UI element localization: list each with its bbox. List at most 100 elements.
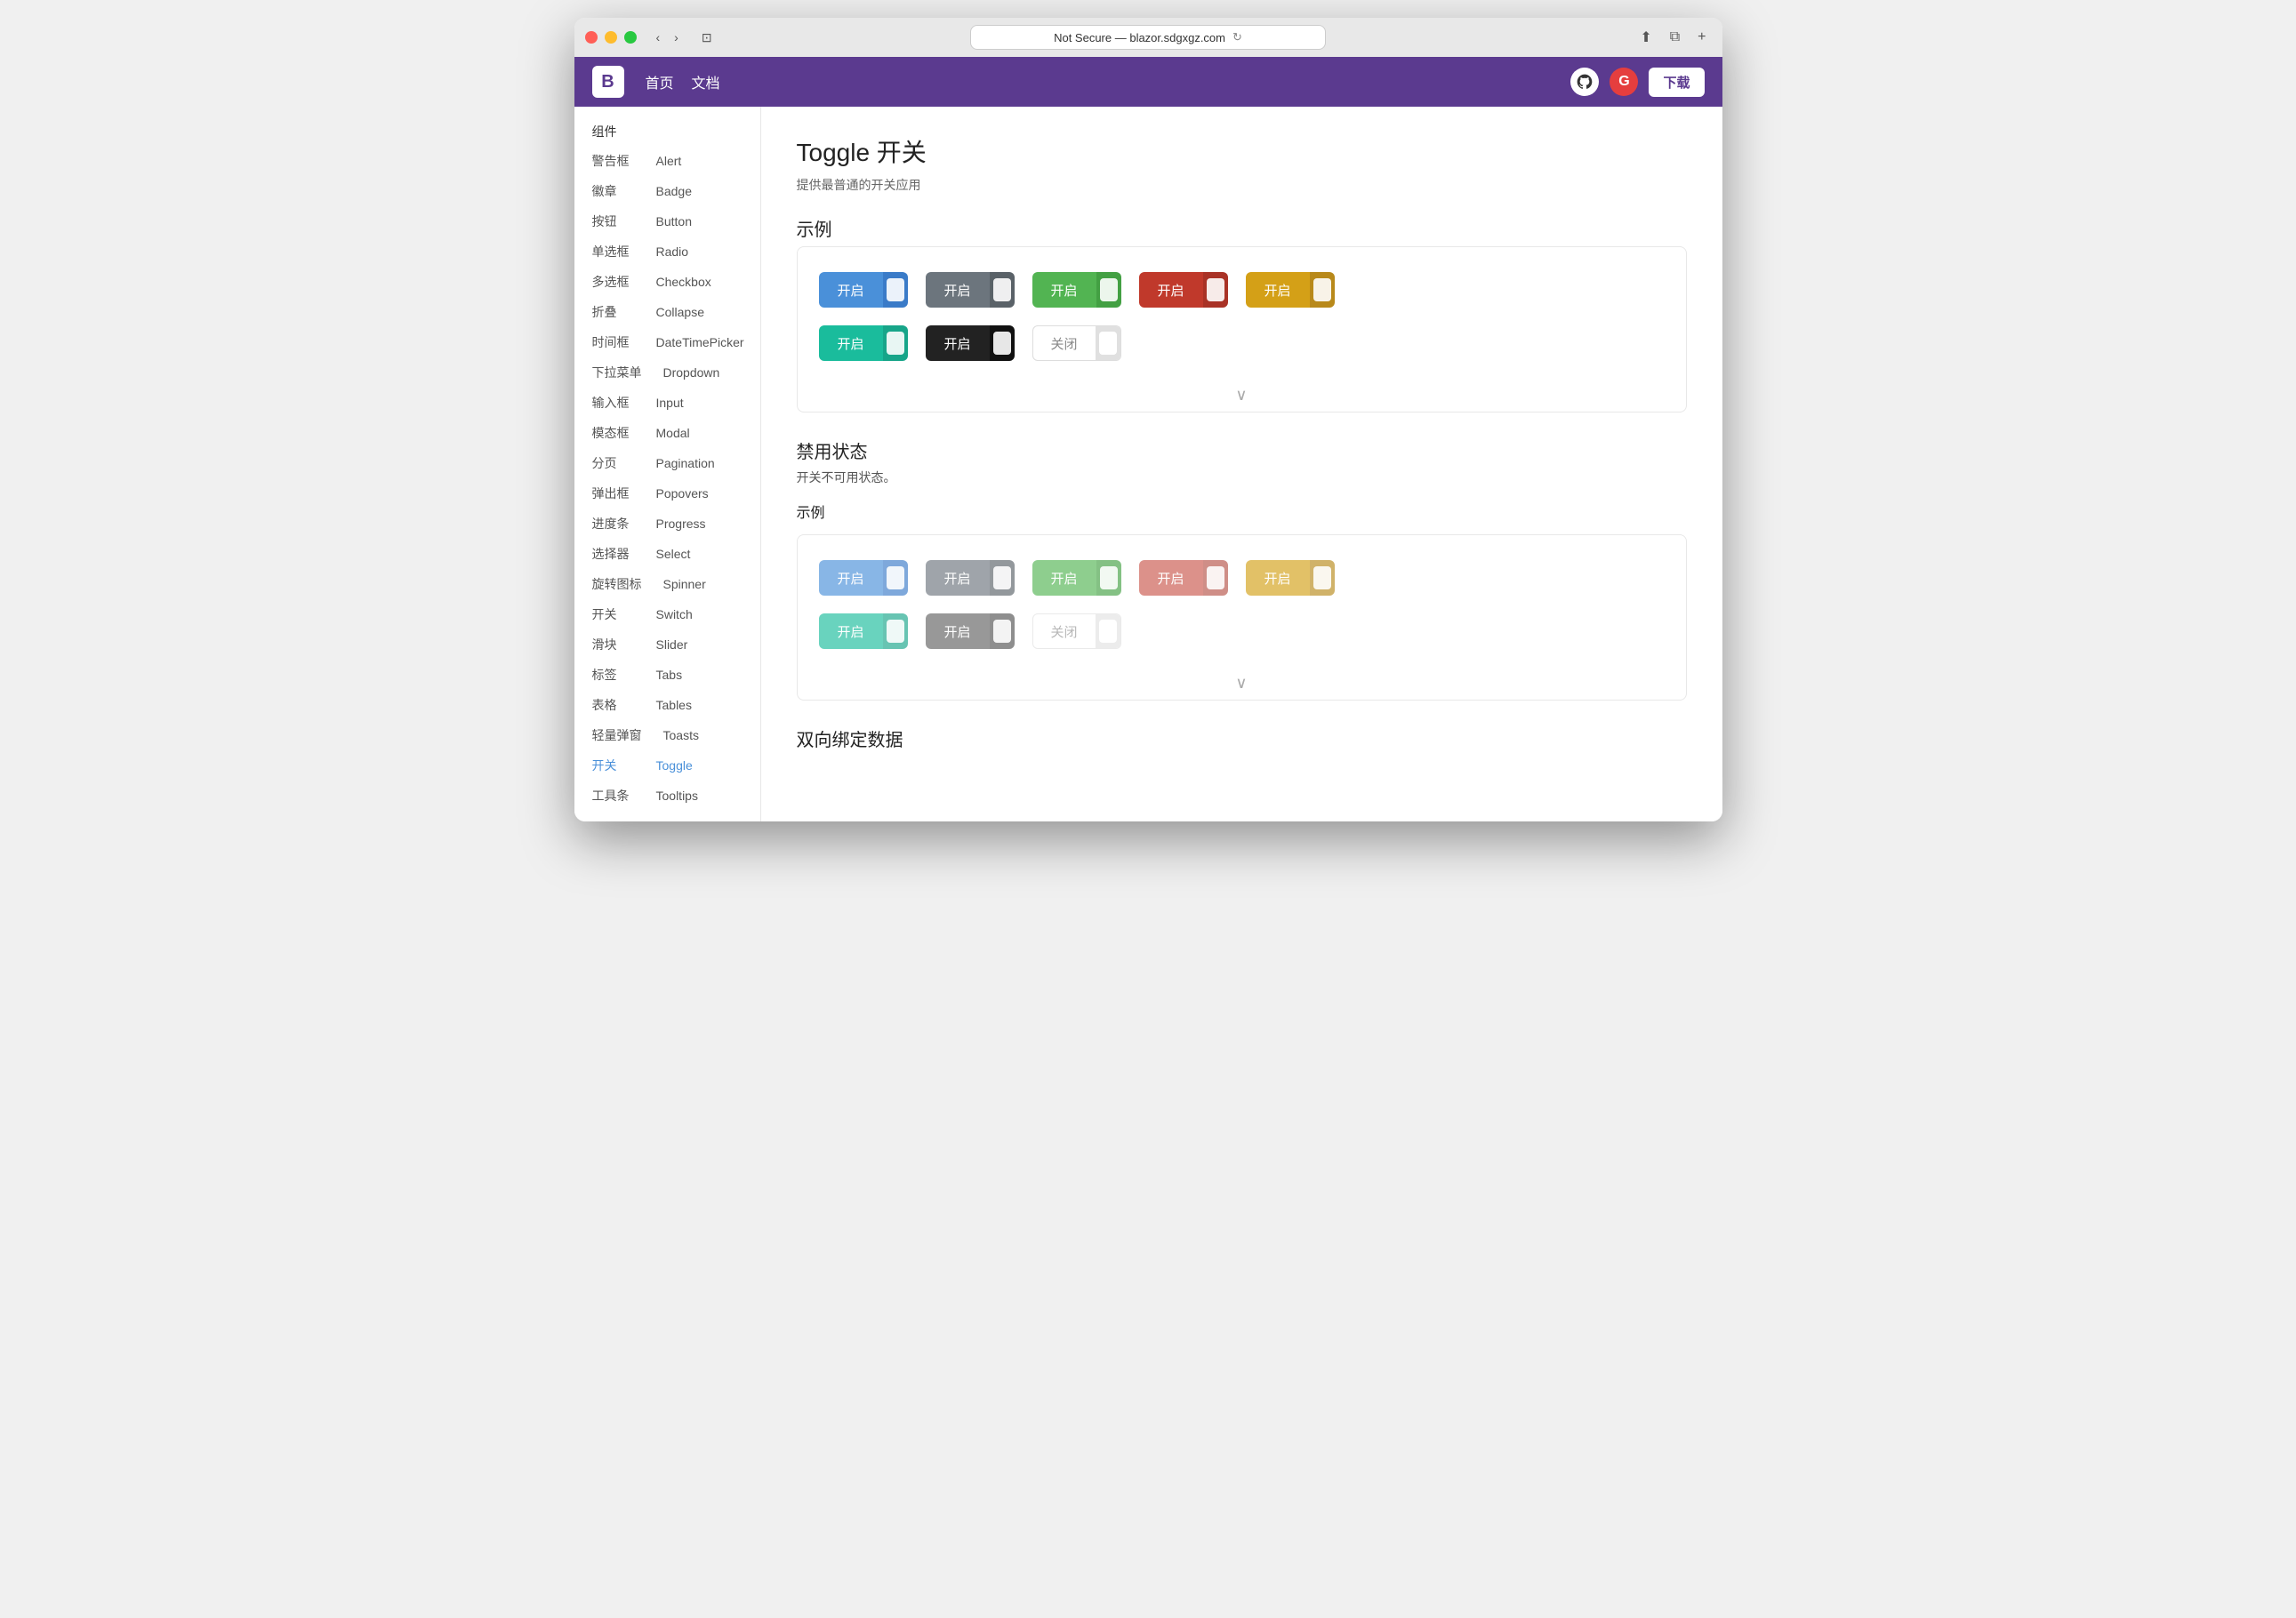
collapse-arrow-2[interactable]: ∨	[819, 667, 1665, 700]
plus-button[interactable]: +	[1692, 25, 1711, 50]
toggle-gray-on[interactable]: 开启	[926, 272, 1015, 308]
sidebar-item-badge[interactable]: 徽章 Badge	[574, 176, 760, 206]
sidebar-item-tables-zh: 表格	[592, 696, 635, 714]
app-header: B 首页 文档 G 下载	[574, 57, 1722, 107]
refresh-icon[interactable]: ↻	[1232, 30, 1242, 44]
sidebar-item-toggle[interactable]: 开关 Toggle	[574, 750, 760, 781]
sidebar-item-progress[interactable]: 进度条 Progress	[574, 509, 760, 539]
sidebar-item-alert[interactable]: 警告框 Alert	[574, 146, 760, 176]
toggle-green-disabled-handle-inner	[1100, 566, 1118, 589]
sidebar-item-tooltips[interactable]: 工具条 Tooltips	[574, 781, 760, 811]
toggle-row-2: 开启 开启 关闭	[819, 325, 1665, 361]
sidebar-item-toasts[interactable]: 轻量弹窗 Toasts	[574, 720, 760, 750]
url-bar[interactable]: Not Secure — blazor.sdgxgz.com ↻	[970, 25, 1326, 50]
toggle-off-disabled-label: 关闭	[1033, 614, 1096, 648]
collapse-arrow-1[interactable]: ∨	[819, 379, 1665, 412]
sidebar-item-datetimepicker-zh: 时间框	[592, 333, 635, 351]
sidebar-item-dropdown[interactable]: 下拉菜单 Dropdown	[574, 357, 760, 388]
sidebar-item-datetimepicker[interactable]: 时间框 DateTimePicker	[574, 327, 760, 357]
toggle-teal-disabled-handle-inner	[887, 620, 904, 643]
toggle-red-on[interactable]: 开启	[1139, 272, 1228, 308]
toggle-off-disabled[interactable]: 关闭	[1032, 613, 1121, 649]
maximize-button[interactable]	[624, 31, 637, 44]
toggle-yellow-disabled-handle	[1310, 560, 1335, 596]
sidebar-item-modal[interactable]: 模态框 Modal	[574, 418, 760, 448]
toggle-teal-disabled[interactable]: 开启	[819, 613, 908, 649]
window-actions: ⬆ ⧉ +	[1634, 25, 1711, 50]
sidebar-item-tabs[interactable]: 标签 Tabs	[574, 660, 760, 690]
sidebar-item-tabs-zh: 标签	[592, 666, 635, 684]
sidebar-item-switch[interactable]: 开关 Switch	[574, 599, 760, 629]
nav-buttons: ‹ ›	[651, 27, 684, 48]
sidebar-item-select-zh: 选择器	[592, 545, 635, 563]
sidebar-item-popovers[interactable]: 弹出框 Popovers	[574, 478, 760, 509]
sidebar-item-input[interactable]: 输入框 Input	[574, 388, 760, 418]
sidebar-item-input-zh: 输入框	[592, 394, 635, 412]
toggle-blue-label: 开启	[819, 272, 883, 308]
toggle-black-on[interactable]: 开启	[926, 325, 1015, 361]
nav-home[interactable]: 首页	[646, 71, 674, 92]
forward-button[interactable]: ›	[669, 27, 684, 48]
toggle-row-4: 开启 开启 关闭	[819, 613, 1665, 649]
toggle-yellow-disabled-handle-inner	[1313, 566, 1331, 589]
toggle-yellow-disabled[interactable]: 开启	[1246, 560, 1335, 596]
sidebar-item-pagination[interactable]: 分页 Pagination	[574, 448, 760, 478]
minimize-button[interactable]	[605, 31, 617, 44]
toggle-gray-disabled[interactable]: 开启	[926, 560, 1015, 596]
toggle-off-handle	[1096, 326, 1120, 360]
download-button[interactable]: 下载	[1649, 68, 1704, 97]
toggle-red-disabled[interactable]: 开启	[1139, 560, 1228, 596]
example-box-1: 开启 开启 开启	[797, 246, 1687, 413]
toggle-black-handle-inner	[993, 332, 1011, 355]
sidebar-item-spinner[interactable]: 旋转图标 Spinner	[574, 569, 760, 599]
sidebar-item-radio-zh: 单选框	[592, 243, 635, 260]
app-logo[interactable]: B	[592, 66, 624, 98]
toggle-off[interactable]: 关闭	[1032, 325, 1121, 361]
toggle-blue-on[interactable]: 开启	[819, 272, 908, 308]
sidebar-item-button[interactable]: 按钮 Button	[574, 206, 760, 236]
sidebar-item-select-en: Select	[656, 547, 691, 561]
sidebar-toggle-button[interactable]: ⊡	[694, 27, 719, 49]
sidebar-item-tabs-en: Tabs	[656, 668, 683, 682]
close-button[interactable]	[585, 31, 598, 44]
sidebar-item-modal-zh: 模态框	[592, 424, 635, 442]
toggle-yellow-on[interactable]: 开启	[1246, 272, 1335, 308]
toggle-yellow-label: 开启	[1246, 272, 1310, 308]
sidebar-item-badge-en: Badge	[656, 184, 692, 198]
share-button[interactable]: ⬆	[1634, 25, 1657, 50]
back-button[interactable]: ‹	[651, 27, 666, 48]
toggle-red-handle-inner	[1207, 278, 1224, 301]
toggle-green-disabled[interactable]: 开启	[1032, 560, 1121, 596]
g-icon[interactable]: G	[1610, 68, 1638, 96]
sidebar-item-collapse[interactable]: 折叠 Collapse	[574, 297, 760, 327]
toggle-blue-disabled-handle-inner	[887, 566, 904, 589]
sidebar-item-select[interactable]: 选择器 Select	[574, 539, 760, 569]
toggle-teal-handle	[883, 325, 908, 361]
toggle-blue-disabled[interactable]: 开启	[819, 560, 908, 596]
sidebar-item-radio[interactable]: 单选框 Radio	[574, 236, 760, 267]
sidebar-item-toggle-zh: 开关	[592, 757, 635, 774]
toggle-yellow-handle-inner	[1313, 278, 1331, 301]
sidebar-item-switch-zh: 开关	[592, 605, 635, 623]
toggle-red-label: 开启	[1139, 272, 1203, 308]
toggle-off-disabled-handle-inner	[1099, 620, 1117, 643]
sidebar-item-slider[interactable]: 滑块 Slider	[574, 629, 760, 660]
toggle-green-on[interactable]: 开启	[1032, 272, 1121, 308]
toggle-teal-label: 开启	[819, 325, 883, 361]
sidebar: 组件 警告框 Alert 徽章 Badge 按钮 Button 单选框 Radi…	[574, 107, 761, 821]
sidebar-item-slider-zh: 滑块	[592, 636, 635, 653]
toggle-darkgray-disabled[interactable]: 开启	[926, 613, 1015, 649]
new-tab-button[interactable]: ⧉	[1665, 25, 1685, 50]
toggle-blue-disabled-label: 开启	[819, 560, 883, 596]
page-title: Toggle 开关	[797, 133, 1687, 169]
sidebar-item-tables[interactable]: 表格 Tables	[574, 690, 760, 720]
sidebar-item-checkbox[interactable]: 多选框 Checkbox	[574, 267, 760, 297]
toggle-teal-on[interactable]: 开启	[819, 325, 908, 361]
github-icon[interactable]	[1570, 68, 1599, 96]
sidebar-item-tooltips-en: Tooltips	[656, 789, 698, 803]
sidebar-item-badge-zh: 徽章	[592, 182, 635, 200]
sidebar-item-radio-en: Radio	[656, 244, 689, 259]
toggle-gray-handle	[990, 272, 1015, 308]
toggle-yellow-disabled-label: 开启	[1246, 560, 1310, 596]
nav-docs[interactable]: 文档	[692, 71, 720, 92]
